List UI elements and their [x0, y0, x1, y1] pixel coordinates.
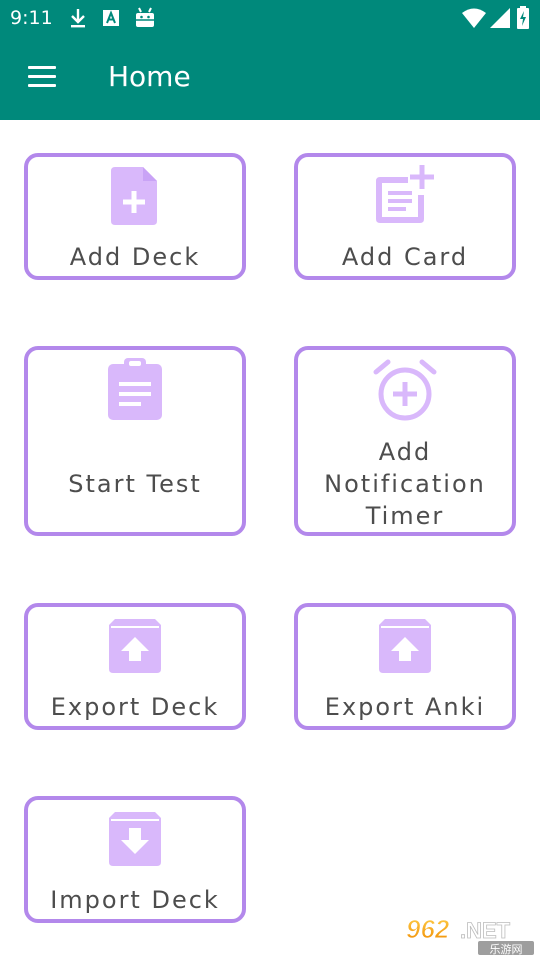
status-time: 9:11	[10, 7, 53, 29]
svg-text:.NET: .NET	[460, 918, 511, 943]
add-notification-timer-label: Add Notification Timer	[298, 436, 512, 532]
clipboard-icon	[108, 358, 162, 420]
start-test-label: Start Test	[68, 470, 202, 498]
export-anki-button[interactable]: Export Anki	[294, 603, 516, 730]
export-deck-button[interactable]: Export Deck	[24, 603, 246, 730]
export-anki-label: Export Anki	[324, 693, 486, 721]
add-card-button[interactable]: Add Card	[294, 153, 516, 280]
hamburger-menu-icon[interactable]	[20, 60, 64, 96]
box-upload-icon	[109, 619, 161, 673]
battery-charging-icon	[517, 6, 529, 29]
import-deck-button[interactable]: Import Deck	[24, 796, 246, 923]
export-deck-label: Export Deck	[50, 693, 220, 721]
wifi-icon	[462, 8, 486, 28]
box-upload-icon	[379, 619, 431, 673]
label-line-1: Add	[378, 438, 432, 466]
add-deck-label: Add Deck	[69, 243, 201, 271]
status-bar: 9:11	[0, 0, 540, 36]
font-a-icon	[103, 10, 119, 26]
add-notification-timer-button[interactable]: Add Notification Timer	[294, 346, 516, 536]
box-download-icon	[109, 812, 161, 866]
download-icon	[71, 9, 85, 28]
note-add-icon	[376, 165, 434, 223]
android-icon	[136, 7, 154, 27]
label-line-2: Notification	[324, 470, 486, 498]
alarm-add-icon	[373, 359, 437, 421]
watermark-logo: 962 .NET 乐游网	[406, 914, 534, 956]
app-bar: Home	[0, 36, 540, 120]
add-deck-button[interactable]: Add Deck	[24, 153, 246, 280]
svg-text:乐游网: 乐游网	[490, 943, 523, 956]
cell-signal-icon	[490, 8, 510, 28]
page-title: Home	[108, 60, 191, 93]
start-test-button[interactable]: Start Test	[24, 346, 246, 536]
add-card-label: Add Card	[341, 243, 469, 271]
label-line-3: Timer	[365, 502, 445, 530]
svg-text:962: 962	[406, 914, 450, 944]
add-file-icon	[111, 167, 157, 225]
import-deck-label: Import Deck	[50, 886, 220, 914]
